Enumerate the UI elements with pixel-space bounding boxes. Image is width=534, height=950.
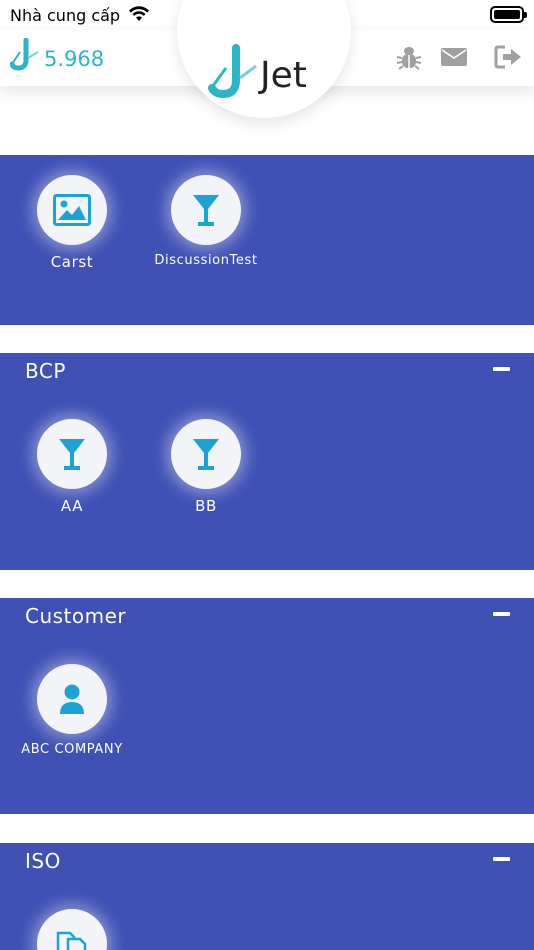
tile-icon-circle (37, 175, 107, 245)
section-title: BCP (25, 359, 66, 383)
tile-label: BB (195, 497, 217, 515)
tile-discussiontest[interactable]: DiscussionTest (136, 175, 276, 268)
bug-report-button[interactable] (393, 42, 425, 72)
tile-iso-documents[interactable] (2, 909, 142, 950)
version-number: 5.968 (44, 47, 105, 71)
image-icon (53, 194, 91, 226)
collapse-button[interactable] (493, 612, 510, 616)
tile-carst[interactable]: Carst (2, 175, 142, 271)
collapse-button[interactable] (493, 857, 510, 861)
tile-bb[interactable]: BB (136, 419, 276, 515)
cocktail-glass-icon (193, 439, 219, 470)
section-title: ISO (25, 849, 61, 873)
cocktail-glass-icon (193, 195, 219, 226)
tile-icon-circle (171, 175, 241, 245)
section-iso: ISO (0, 843, 534, 950)
logout-icon (494, 45, 521, 69)
tile-icon-circle (37, 419, 107, 489)
tile-icon-circle (37, 909, 107, 950)
collapse-button[interactable] (493, 367, 510, 371)
cocktail-glass-icon (59, 439, 85, 470)
section-favorites: Carst DiscussionTest (0, 155, 534, 325)
tile-label: DiscussionTest (154, 253, 258, 268)
documents-icon (56, 931, 87, 950)
tile-label: ABC COMPANY (21, 742, 123, 757)
tile-label: AA (60, 497, 84, 515)
logout-button[interactable] (492, 42, 524, 72)
jet-mini-logo-icon (10, 38, 39, 71)
tile-icon-circle (171, 419, 241, 489)
tile-aa[interactable]: AA (2, 419, 142, 515)
logo-text: Jet (260, 54, 307, 96)
mail-icon (441, 48, 467, 66)
jet-logo-icon (208, 44, 257, 99)
mail-button[interactable] (438, 42, 470, 72)
section-title: Customer (25, 604, 127, 628)
jet-logo: Jet (208, 44, 307, 100)
tile-icon-circle (37, 664, 107, 734)
section-bcp: BCP AA BB (0, 353, 534, 570)
tile-label: Carst (50, 253, 94, 271)
battery-icon (490, 6, 527, 23)
section-customer: Customer ABC COMPANY (0, 598, 534, 814)
version-display: 5.968 (10, 38, 104, 72)
bug-icon (396, 47, 422, 70)
user-icon (60, 684, 84, 714)
tile-abc-company[interactable]: ABC COMPANY (2, 664, 142, 757)
